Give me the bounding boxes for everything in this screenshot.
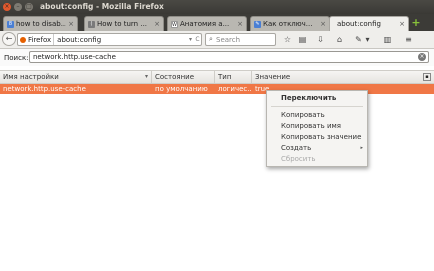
clear-filter-icon[interactable]: × — [418, 53, 426, 61]
column-header-value[interactable]: Значение — [252, 71, 417, 83]
menu-item-copy[interactable]: Копировать — [267, 110, 367, 121]
cell-type: логичес... — [218, 85, 252, 93]
menu-item-label: Создать — [281, 144, 312, 152]
reload-icon[interactable]: C — [194, 36, 201, 43]
tab-label: Анатомия а... — [180, 20, 230, 28]
window-title: about:config - Mozilla Firefox — [40, 2, 164, 11]
column-header-type[interactable]: Тип — [215, 71, 252, 83]
menu-item-copy-value[interactable]: Копировать значение — [267, 132, 367, 143]
menu-item-reset: Сбросить — [281, 155, 316, 163]
menu-item-toggle[interactable]: Переключить — [267, 93, 367, 104]
tab-close-icon[interactable]: × — [154, 20, 160, 28]
tab-close-icon[interactable]: × — [68, 20, 74, 28]
tools-dropdown-icon[interactable]: ▾ — [364, 34, 371, 45]
url-text[interactable]: about:config — [54, 36, 187, 44]
navigation-toolbar: ← Firefox about:config ▾ C ⌕ Search ☆ ▤ … — [0, 31, 434, 49]
tab-strip: 8 how to disab... × ( How to turn ... × … — [0, 14, 434, 31]
search-bar[interactable]: ⌕ Search — [205, 33, 276, 46]
menu-icon[interactable]: ≡ — [403, 34, 414, 45]
new-tab-button[interactable]: + — [410, 17, 422, 28]
table-row[interactable]: network.http.use-cache по умолчанию логи… — [0, 84, 434, 94]
menu-item-copy-name[interactable]: Копировать имя — [267, 121, 367, 132]
tab-anatomy[interactable]: W Анатомия а... × — [167, 16, 247, 31]
menu-separator — [271, 106, 363, 107]
filter-input-value[interactable]: network.http.use-cache — [33, 53, 116, 61]
back-button[interactable]: ← — [2, 32, 16, 46]
page-icon: ✎ — [254, 20, 261, 28]
cell-state: по умолчанию — [155, 85, 208, 93]
tab-how-to-disable[interactable]: 8 how to disab... × — [3, 16, 78, 31]
tab-label: Как отключ... — [263, 20, 313, 28]
tab-how-to-turn[interactable]: ( How to turn ... × — [84, 16, 164, 31]
submenu-arrow-icon: ▸ — [360, 145, 363, 151]
menu-item-new[interactable]: Создать ▸ — [267, 143, 367, 154]
identity-box[interactable]: Firefox — [18, 34, 55, 45]
tab-about-config[interactable]: about:config × — [329, 16, 409, 31]
tab-label: about:config — [337, 20, 381, 28]
sidebar-icon[interactable]: ▥ — [382, 34, 393, 45]
search-icon: ⌕ — [209, 35, 213, 43]
tab-close-icon[interactable]: × — [237, 20, 243, 28]
column-header-name[interactable]: Имя настройки ▾ — [0, 71, 152, 83]
window-titlebar: × – □ about:config - Mozilla Firefox — [0, 0, 434, 14]
bookmark-star-icon[interactable]: ☆ — [282, 34, 293, 45]
tab-close-icon[interactable]: × — [320, 20, 326, 28]
url-history-dropdown-icon[interactable]: ▾ — [187, 36, 194, 43]
column-picker-icon[interactable]: ▪ — [423, 73, 431, 81]
search-input[interactable]: Search — [216, 36, 240, 44]
firefox-icon — [20, 36, 26, 43]
home-icon[interactable]: ⌂ — [334, 34, 345, 45]
window-close-button[interactable]: × — [3, 3, 11, 11]
identity-label: Firefox — [28, 35, 52, 44]
clipboard-icon[interactable]: ▤ — [297, 34, 308, 45]
column-header-state[interactable]: Состояние — [152, 71, 215, 83]
url-bar[interactable]: Firefox about:config ▾ C — [17, 33, 202, 46]
window-minimize-button[interactable]: – — [14, 3, 22, 11]
download-icon[interactable]: ⇩ — [315, 34, 326, 45]
table-header: Имя настройки ▾ Состояние Тип Значение ▪ — [0, 70, 434, 84]
filter-label: Поиск: — [4, 54, 29, 62]
tab-close-icon[interactable]: × — [399, 20, 405, 28]
sort-indicator-icon: ▾ — [144, 73, 148, 80]
context-menu: Переключить Копировать Копировать имя Ко… — [266, 90, 368, 167]
tab-kak-otklyuchit[interactable]: ✎ Как отключ... × — [250, 16, 330, 31]
filter-row: Поиск: network.http.use-cache × — [0, 49, 434, 66]
wiki-icon: W — [171, 20, 178, 28]
tab-label: how to disab... — [16, 20, 67, 28]
page-icon: ( — [88, 20, 95, 28]
cell-name: network.http.use-cache — [3, 85, 86, 93]
window-maximize-button[interactable]: □ — [25, 3, 33, 11]
tools-icon[interactable]: ✎ — [353, 34, 364, 45]
filter-input[interactable]: network.http.use-cache × — [29, 51, 429, 63]
window-controls: × – □ — [3, 3, 33, 11]
google-icon: 8 — [7, 20, 14, 28]
tab-label: How to turn ... — [97, 20, 148, 28]
column-header-label: Имя настройки — [3, 73, 59, 81]
